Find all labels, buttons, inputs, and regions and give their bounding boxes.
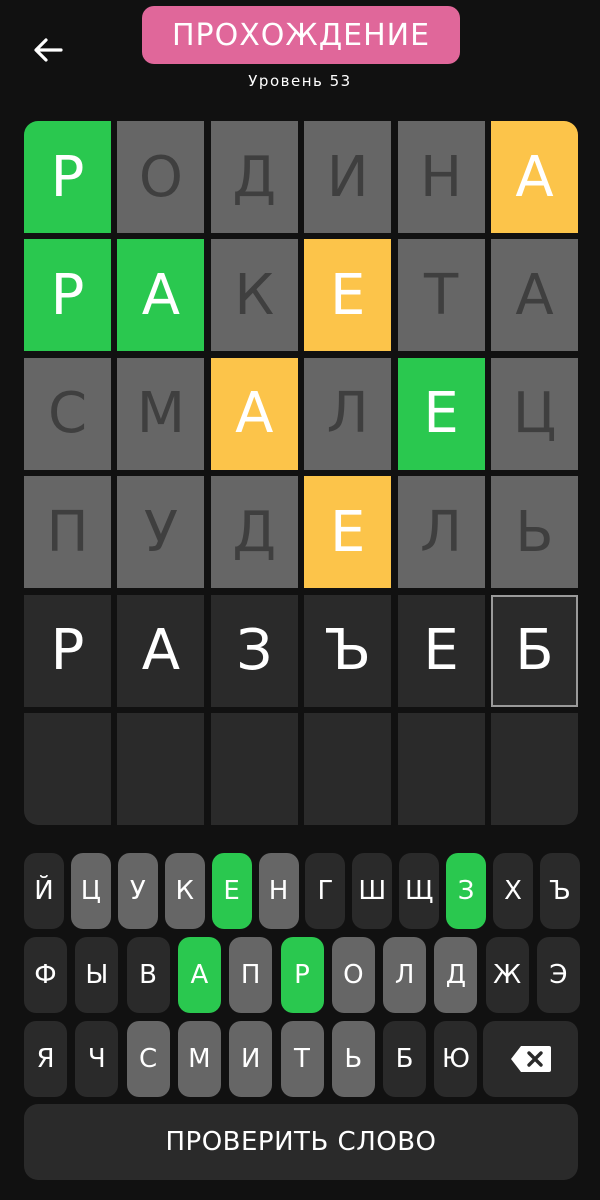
- key[interactable]: Ц: [70, 853, 111, 929]
- board-tile: А: [117, 239, 205, 352]
- key[interactable]: З: [446, 853, 487, 929]
- backspace-icon: [510, 1046, 551, 1072]
- board-tile: [491, 713, 578, 825]
- board-tile: Д: [210, 476, 298, 589]
- board-tile: Р: [24, 121, 111, 233]
- key[interactable]: Э: [537, 937, 580, 1013]
- key[interactable]: М: [177, 1021, 221, 1097]
- board-tile: Т: [397, 239, 485, 352]
- board-tile: А: [491, 121, 578, 233]
- key[interactable]: Я: [24, 1021, 67, 1097]
- check-word-button[interactable]: ПРОВЕРИТЬ СЛОВО: [24, 1104, 578, 1180]
- board-tile: [210, 713, 298, 825]
- board-tile: А: [210, 357, 298, 470]
- arrow-left-icon: [34, 38, 63, 62]
- board-tile: О: [117, 121, 205, 233]
- key[interactable]: Л: [383, 937, 427, 1013]
- key[interactable]: Ю: [434, 1021, 478, 1097]
- key[interactable]: П: [229, 937, 273, 1013]
- key[interactable]: Т: [280, 1021, 324, 1097]
- key[interactable]: Р: [280, 937, 324, 1013]
- board-tile: Р: [24, 239, 111, 352]
- board-tile: Е: [304, 476, 392, 589]
- key[interactable]: Ш: [352, 853, 393, 929]
- back-button[interactable]: [30, 30, 66, 70]
- board-tile: Л: [397, 476, 485, 589]
- board-tile: [24, 713, 111, 825]
- board-tile: Е: [397, 357, 485, 470]
- key[interactable]: Н: [258, 853, 299, 929]
- board-tile: А: [117, 594, 205, 707]
- key[interactable]: Щ: [399, 853, 440, 929]
- board-tile: З: [210, 594, 298, 707]
- key[interactable]: Ж: [485, 937, 529, 1013]
- key[interactable]: С: [126, 1021, 170, 1097]
- board-tile: [397, 713, 485, 825]
- key[interactable]: Й: [24, 853, 64, 929]
- board-tile: Е: [304, 239, 392, 352]
- board-tile: А: [491, 239, 578, 352]
- key[interactable]: Ы: [75, 937, 119, 1013]
- board-tile: Е: [397, 594, 485, 707]
- key[interactable]: Ф: [24, 937, 67, 1013]
- board-tile: [117, 713, 205, 825]
- board-tile: Р: [24, 594, 111, 707]
- key[interactable]: Ч: [75, 1021, 119, 1097]
- backspace-key[interactable]: [483, 1021, 578, 1097]
- key[interactable]: У: [117, 853, 158, 929]
- key[interactable]: Е: [211, 853, 252, 929]
- key[interactable]: А: [177, 937, 221, 1013]
- key[interactable]: К: [164, 853, 205, 929]
- key[interactable]: Ь: [331, 1021, 375, 1097]
- game-board: РОДИНАРАКЕТАСМАЛЕЦПУДЕЛЬРАЗЪЕБ: [24, 121, 578, 825]
- board-tile: П: [24, 476, 111, 589]
- board-tile: Л: [304, 357, 392, 470]
- board-tile: К: [210, 239, 298, 352]
- key[interactable]: Б: [383, 1021, 427, 1097]
- key[interactable]: И: [229, 1021, 273, 1097]
- board-tile: [304, 713, 392, 825]
- key[interactable]: Г: [305, 853, 346, 929]
- board-tile: У: [117, 476, 205, 589]
- board-tile: С: [24, 357, 111, 470]
- board-tile: И: [304, 121, 392, 233]
- board-tile: Б: [491, 594, 578, 707]
- key[interactable]: Ъ: [539, 853, 580, 929]
- level-label: Уровень 53: [248, 72, 352, 90]
- key[interactable]: Х: [493, 853, 533, 929]
- board-tile: Н: [397, 121, 485, 233]
- mode-title-badge: ПРОХОЖДЕНИЕ: [142, 6, 460, 64]
- board-tile: Ь: [491, 476, 578, 589]
- board-tile: Ц: [491, 357, 578, 470]
- key[interactable]: В: [126, 937, 170, 1013]
- key[interactable]: О: [331, 937, 375, 1013]
- board-tile: М: [117, 357, 205, 470]
- key[interactable]: Д: [434, 937, 478, 1013]
- board-tile: Д: [210, 121, 298, 233]
- board-tile: Ъ: [304, 594, 392, 707]
